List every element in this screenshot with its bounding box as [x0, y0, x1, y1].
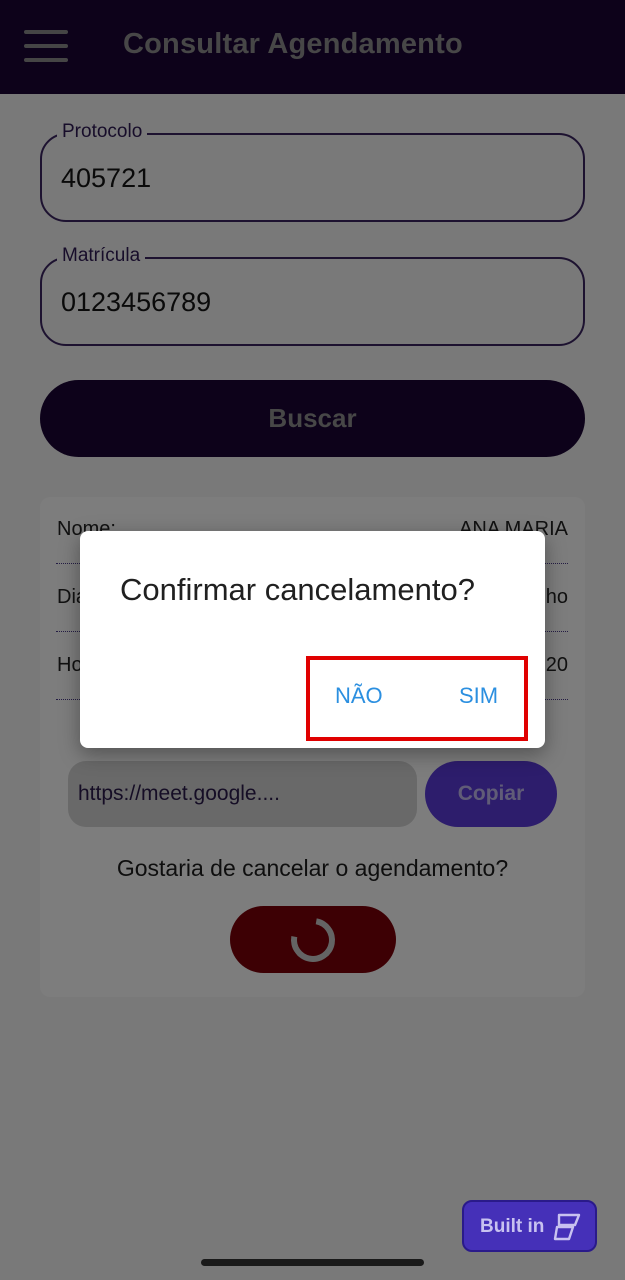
builtin-logo-icon	[553, 1213, 581, 1241]
no-button[interactable]: NÃO	[335, 683, 383, 709]
home-indicator	[201, 1259, 424, 1266]
confirm-dialog: Confirmar cancelamento? NÃO SIM	[80, 531, 545, 748]
dialog-title: Confirmar cancelamento?	[120, 572, 475, 607]
built-in-label: Built in	[480, 1216, 545, 1237]
built-in-badge[interactable]: Built in	[462, 1200, 597, 1252]
yes-button[interactable]: SIM	[459, 683, 498, 709]
